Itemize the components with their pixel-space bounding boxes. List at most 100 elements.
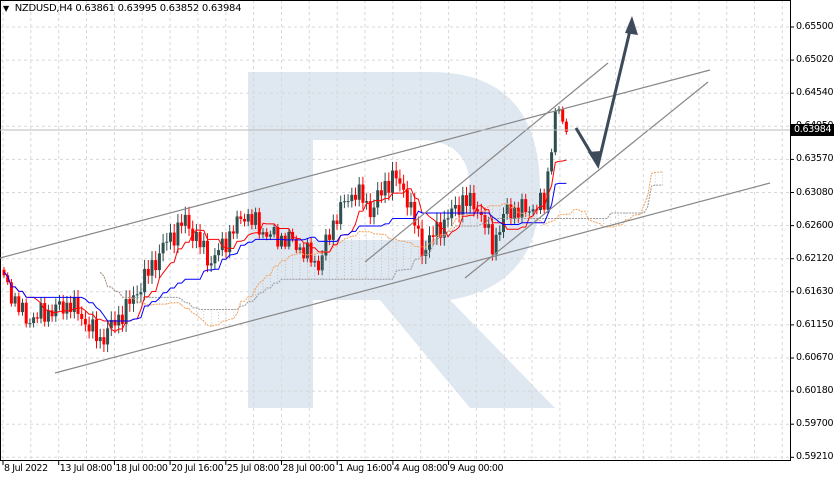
candle-body	[135, 294, 139, 296]
price-label: 0.60180	[796, 385, 834, 397]
candle-body	[243, 218, 246, 222]
candle-body	[391, 170, 394, 193]
candle-body	[553, 111, 557, 153]
candle-body	[461, 195, 465, 215]
price-label: 0.60670	[796, 352, 834, 363]
arrow-up-head-icon	[625, 16, 638, 35]
candle-body	[379, 190, 383, 196]
candle-body	[346, 201, 350, 203]
candle-body	[302, 247, 306, 259]
candle-body	[416, 225, 420, 229]
chart-window: ▼ NZDUSD,H4 0.63861 0.63995 0.63852 0.63…	[0, 0, 838, 480]
candle-body	[32, 317, 36, 324]
candle-body	[61, 301, 65, 314]
candle-body	[283, 235, 287, 247]
candle-body	[98, 337, 102, 342]
candle-body	[494, 234, 498, 255]
high-value: 0.63995	[117, 3, 158, 14]
candle-body	[80, 313, 84, 319]
low-value: 0.63852	[159, 3, 200, 14]
candle-body	[524, 199, 528, 213]
candle-body	[250, 214, 254, 225]
time-label: 13 Jul 08:00	[59, 463, 113, 474]
candle-body	[265, 232, 269, 237]
candle-body	[331, 220, 335, 240]
time-label: 28 Jul 00:00	[282, 463, 336, 474]
candle-body	[280, 235, 283, 247]
candle-body	[317, 260, 320, 271]
price-label: 0.63080	[796, 186, 834, 198]
candle-body	[387, 180, 391, 193]
price-label: 0.62600	[796, 219, 834, 231]
candle-body	[394, 170, 398, 179]
candle-body	[483, 215, 487, 228]
candle-body	[239, 216, 243, 219]
candle-body	[398, 178, 402, 184]
candle-body	[402, 183, 406, 190]
candle-body	[202, 240, 206, 248]
candle-body	[235, 216, 239, 234]
candle-body	[165, 241, 169, 243]
candle-body	[117, 314, 121, 326]
candle-body	[224, 238, 228, 253]
open-value: 0.63861	[75, 3, 115, 14]
candle-body	[87, 324, 91, 332]
candle-body	[120, 314, 124, 324]
candle-body	[446, 218, 450, 220]
candle-body	[453, 205, 457, 209]
candle-body	[287, 232, 291, 247]
candle-body	[209, 263, 213, 266]
candle-body	[546, 171, 550, 210]
candle-body	[335, 220, 339, 225]
price-label: 0.59210	[796, 451, 834, 463]
candle-body	[361, 184, 365, 203]
candle-body	[76, 297, 80, 314]
candle-body	[95, 319, 98, 342]
candle-body	[383, 180, 387, 196]
candle-body	[550, 152, 554, 172]
candle-body	[328, 234, 332, 240]
candle-body	[72, 297, 76, 313]
candle-body	[102, 337, 106, 345]
price-label: 0.64540	[796, 87, 834, 99]
price-label: 0.61630	[796, 285, 834, 297]
candle-body	[28, 323, 32, 325]
candle-body	[176, 222, 180, 246]
time-label: 8 Jul 2022	[4, 463, 48, 474]
candle-body	[309, 242, 313, 263]
candle-body	[180, 222, 184, 226]
price-chart[interactable]	[0, 0, 838, 480]
candle-body	[490, 224, 494, 255]
price-label: 0.62120	[796, 252, 834, 264]
candle-body	[498, 232, 502, 235]
dropdown-triangle-icon[interactable]: ▼	[3, 4, 9, 13]
close-value: 0.63984	[201, 3, 242, 14]
price-label: 0.59700	[796, 418, 834, 430]
candle-body	[128, 299, 132, 304]
candle-body	[272, 227, 276, 235]
candle-body	[143, 268, 147, 293]
candle-body	[339, 202, 343, 225]
candle-body	[35, 317, 39, 319]
candle-body	[161, 242, 165, 254]
candle-body	[428, 235, 431, 250]
candle-body	[183, 214, 187, 226]
candle-body	[376, 190, 380, 208]
candle-body	[542, 192, 546, 210]
candle-body	[268, 234, 272, 237]
candle-body	[342, 201, 346, 203]
candle-body	[24, 302, 28, 324]
time-label: 20 Jul 16:00	[171, 463, 224, 474]
candle-body	[217, 250, 221, 256]
candle-body	[465, 195, 468, 206]
candle-body	[231, 231, 235, 234]
candle-body	[405, 189, 409, 208]
candle-body	[409, 201, 413, 208]
candle-body	[228, 231, 232, 253]
candle-body	[561, 109, 565, 122]
candle-body	[261, 232, 265, 235]
candle-body	[169, 232, 172, 242]
price-label: 0.65020	[796, 54, 834, 66]
candle-body	[357, 184, 361, 200]
candle-body	[157, 253, 161, 271]
